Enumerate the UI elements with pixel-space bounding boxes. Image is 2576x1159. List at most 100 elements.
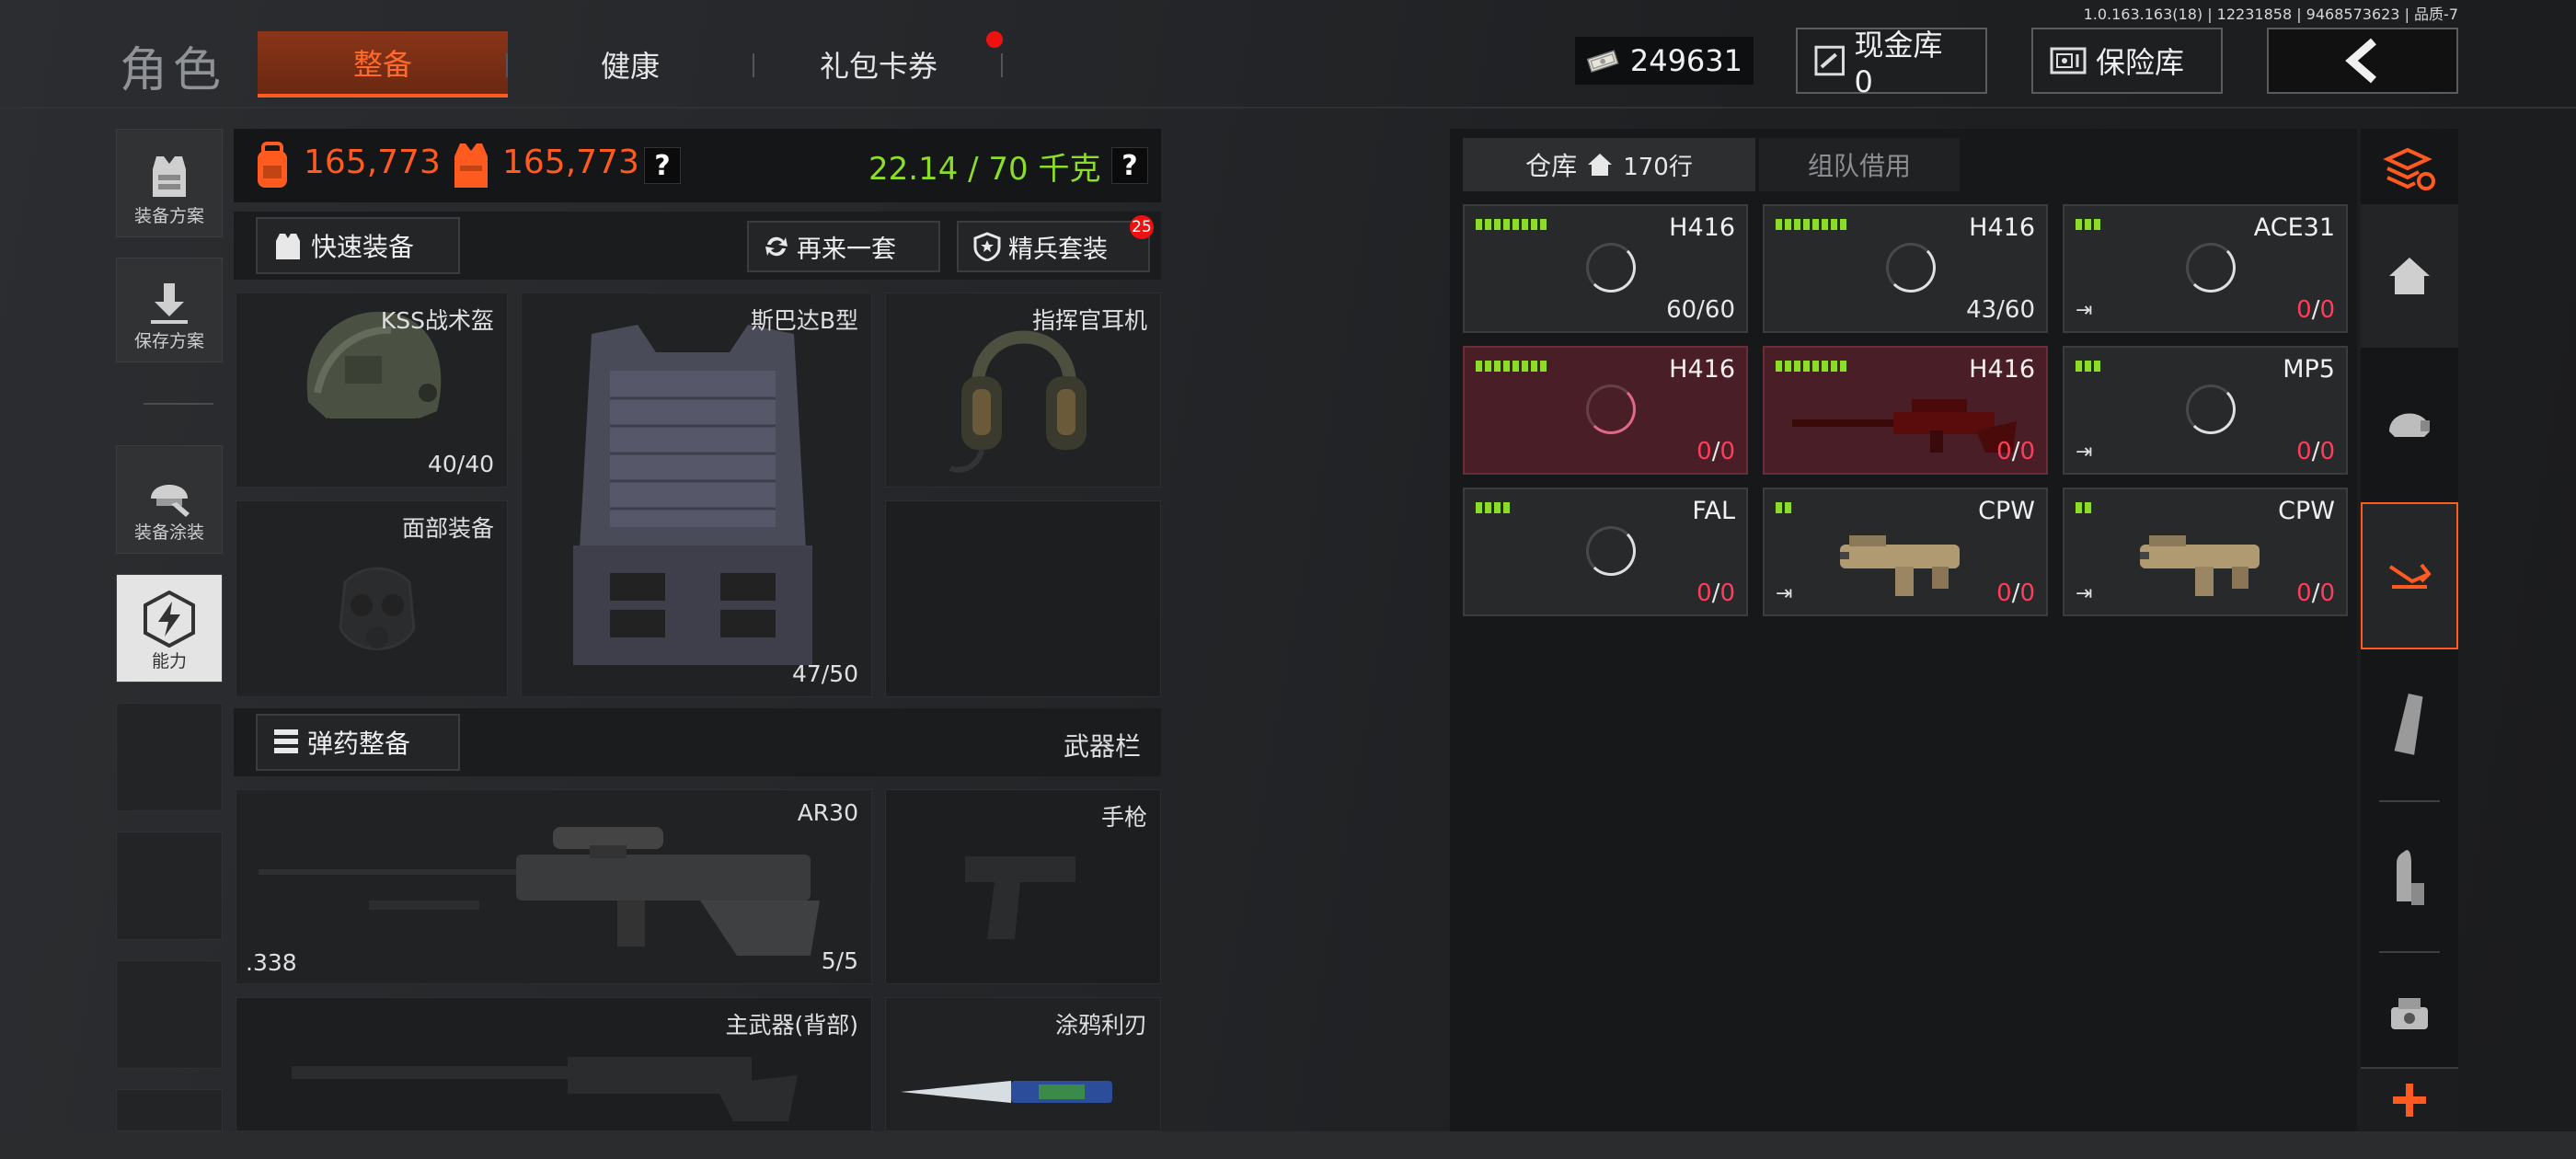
save-plan-label: 保存方案 [133, 331, 204, 351]
weapon-mod-category-button[interactable] [2361, 502, 2458, 649]
warehouse-tab-label: 仓库 [1525, 151, 1578, 181]
stack-refresh-button[interactable] [2361, 136, 2458, 202]
item-name: MP5 [2283, 355, 2335, 384]
tab-health[interactable]: 健康 [515, 31, 745, 98]
inventory-item[interactable]: H416 0/0 [1463, 346, 1748, 475]
armor-image [573, 325, 812, 665]
safe-button[interactable]: 保险库 [2031, 28, 2223, 94]
face-label: 面部装备 [401, 515, 494, 542]
exit-icon: ⇥ [2076, 582, 2093, 605]
vest-icon [153, 156, 186, 197]
ammo-prep-button[interactable]: 弹药整备 [256, 714, 460, 771]
primary-ammo: 5/5 [821, 947, 858, 974]
cash-vault-button[interactable]: 现金库 0 [1796, 28, 1987, 99]
download-icon [151, 283, 188, 324]
cash-vault-label: 现金库 0 [1854, 28, 1943, 99]
exit-icon: ⇥ [1776, 582, 1793, 605]
quality-bars [2076, 361, 2100, 372]
bullet-category-button[interactable] [2361, 809, 2458, 947]
item-durability: 0/0 [2296, 438, 2335, 465]
pistol-slot[interactable]: 手枪 [885, 789, 1161, 984]
elite-set-label: 精兵套装 [1008, 235, 1108, 264]
gas-mask-icon [339, 567, 416, 650]
item-durability: 0/0 [1696, 580, 1735, 607]
scope-category-button[interactable] [2361, 960, 2458, 1071]
magazine-category-button[interactable] [2361, 660, 2458, 789]
sidebar-divider [144, 403, 213, 405]
backpack-value: 165,773 [304, 143, 441, 181]
inventory-item[interactable]: H416 43/60 [1763, 204, 2048, 333]
inventory-item[interactable]: CPW 0/0 ⇥ [2063, 488, 2348, 616]
add-button[interactable] [2361, 1067, 2458, 1131]
quality-bars [1476, 219, 1547, 230]
weight-value: 22.14 / 70 千克 [868, 151, 1101, 188]
empty-slot [116, 1089, 223, 1131]
home-icon [2389, 258, 2430, 294]
warehouse-tab[interactable]: 仓库 170行 [1463, 138, 1755, 191]
face-slot[interactable]: 面部装备 [236, 500, 508, 697]
header-divider [0, 107, 2576, 109]
equip-again-button[interactable]: 再来一套 [747, 221, 940, 272]
sniper-rifle-image [259, 827, 820, 956]
equip-again-label: 再来一套 [797, 235, 896, 264]
vest-value-icon [454, 143, 488, 188]
scope-icon [2391, 998, 2428, 1029]
armor-slot[interactable]: 斯巴达B型 47/50 [521, 293, 872, 697]
vault-icon [1814, 45, 1845, 76]
bullet-icon [2397, 850, 2424, 905]
tab-gift-vouchers[interactable]: 礼包卡券 [764, 31, 994, 98]
quick-equip-label: 快速装备 [311, 232, 415, 262]
armor-icon [276, 234, 300, 259]
quality-bars [1476, 361, 1547, 372]
inventory-item[interactable]: ACE31 0/0 ⇥ [2063, 204, 2348, 333]
back-weapon-slot[interactable]: 主武器(背部) [236, 997, 872, 1131]
loading-spinner-icon [2186, 384, 2236, 434]
item-durability: 0/0 [1996, 580, 2035, 607]
weapon-mod-icon [2388, 563, 2432, 589]
elite-set-button[interactable]: 精兵套装 [957, 221, 1150, 272]
quick-equip-button[interactable]: 快速装备 [256, 217, 460, 274]
loading-spinner-icon [1886, 243, 1936, 293]
value-help-button[interactable]: ? [644, 147, 681, 184]
loading-spinner-icon [1586, 526, 1636, 576]
loading-spinner-icon [1586, 243, 1636, 293]
ammo-icon [274, 729, 298, 753]
rifle-silhouette-icon [292, 1057, 798, 1121]
equipment-plan-label: 装备方案 [133, 206, 204, 226]
item-durability: 0/0 [2296, 296, 2335, 324]
helmet-category-button[interactable] [2361, 359, 2458, 488]
inventory-item[interactable]: FAL 0/0 [1463, 488, 1748, 616]
save-plan-button[interactable]: 保存方案 [116, 258, 223, 362]
helmet-slot[interactable]: KSS战术盔 40/40 [236, 293, 508, 488]
inventory-item[interactable]: H416 0/0 [1763, 346, 2048, 475]
ability-button[interactable]: 能力 [116, 574, 223, 683]
quality-bars [1476, 502, 1510, 513]
headset-slot[interactable]: 指挥官耳机 [885, 293, 1161, 488]
helmet-durability: 40/40 [427, 451, 494, 477]
equipment-skin-button[interactable]: 装备涂装 [116, 445, 223, 554]
tab-equipment[interactable]: 整备 [258, 31, 508, 98]
inventory-item[interactable]: MP5 0/0 ⇥ [2063, 346, 2348, 475]
stats-bar: 165,773 165,773 ? 22.14 / 70 千克 ? [234, 129, 1161, 202]
armor-durability: 47/50 [791, 660, 858, 687]
empty-slot [116, 960, 223, 1069]
warehouse-home-button[interactable] [2361, 204, 2458, 348]
equipment-plan-button[interactable]: 装备方案 [116, 129, 223, 237]
melee-label: 涂鸦利刃 [1054, 1012, 1147, 1039]
team-borrow-tab[interactable]: 组队借用 [1759, 138, 1960, 191]
inventory-item[interactable]: CPW 0/0 ⇥ [1763, 488, 2048, 616]
bottom-bar [0, 1131, 2576, 1159]
armor-label: 斯巴达B型 [750, 307, 858, 334]
melee-slot[interactable]: 涂鸦利刃 [885, 997, 1161, 1131]
quality-bars [2076, 502, 2091, 513]
back-button[interactable] [2267, 28, 2458, 94]
empty-slot [116, 703, 223, 811]
elite-badge: 25 [1130, 215, 1154, 239]
weight-help-button[interactable]: ? [1111, 147, 1148, 184]
primary-weapon-slot[interactable]: AR30 .338 5/5 [236, 789, 872, 984]
shield-icon [973, 232, 1001, 261]
warehouse-rows: 170行 [1623, 153, 1693, 181]
tab-separator [1001, 53, 1003, 77]
inventory-item[interactable]: H416 60/60 [1463, 204, 1748, 333]
empty-gear-slot[interactable] [885, 500, 1161, 697]
